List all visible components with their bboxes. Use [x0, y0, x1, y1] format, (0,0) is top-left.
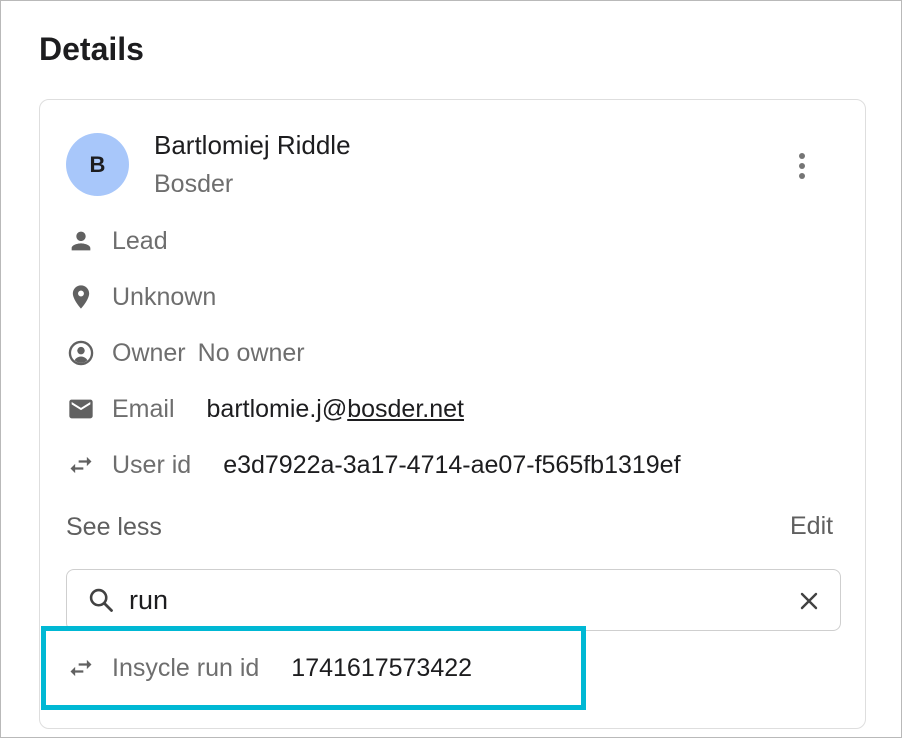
close-icon	[800, 592, 818, 610]
contact-company: Bosder	[154, 170, 234, 198]
location-pin-icon	[66, 282, 96, 312]
swap-arrows-icon	[66, 450, 96, 480]
owner-value: No owner	[197, 338, 305, 367]
search-input[interactable]	[127, 578, 771, 622]
more-options-button[interactable]	[788, 148, 816, 184]
user-id-row: User id e3d7922a-3a17-4714-ae07-f565fb13…	[66, 445, 681, 485]
status-value: Lead	[112, 226, 168, 255]
user-id-value: e3d7922a-3a17-4714-ae07-f565fb1319ef	[223, 450, 681, 479]
location-row: Unknown	[66, 277, 216, 317]
account-circle-icon	[66, 338, 96, 368]
edit-link[interactable]: Edit	[790, 512, 833, 541]
insycle-run-id-value: 1741617573422	[291, 653, 473, 682]
search-icon	[87, 586, 115, 619]
mail-icon	[66, 394, 96, 424]
contact-name: Bartlomiej Riddle	[154, 130, 351, 160]
user-id-label: User id	[112, 450, 192, 479]
status-row: Lead	[66, 221, 168, 261]
email-link[interactable]: bartlomie.j@bosder.net	[207, 395, 464, 424]
owner-label: Owner	[112, 338, 186, 367]
email-label: Email	[112, 394, 175, 423]
owner-row: Owner No owner	[66, 333, 305, 373]
person-icon	[66, 226, 96, 256]
more-vert-icon	[799, 153, 805, 179]
swap-arrows-icon	[66, 653, 96, 683]
field-search	[66, 569, 841, 631]
insycle-run-id-row: Insycle run id 1741617573422	[66, 648, 472, 688]
page-title: Details	[39, 31, 144, 67]
details-panel: Details B Bartlomiej Riddle Bosder Lead …	[0, 0, 902, 738]
search-result-highlight: Insycle run id 1741617573422	[41, 626, 586, 710]
email-value: bartlomie.j@bosder.net	[206, 394, 464, 423]
insycle-run-id-label: Insycle run id	[112, 653, 260, 682]
see-less-link[interactable]: See less	[66, 513, 162, 542]
location-value: Unknown	[112, 282, 217, 311]
email-row: Email bartlomie.j@bosder.net	[66, 389, 464, 429]
avatar: B	[66, 133, 129, 196]
clear-search-button[interactable]	[795, 587, 823, 615]
